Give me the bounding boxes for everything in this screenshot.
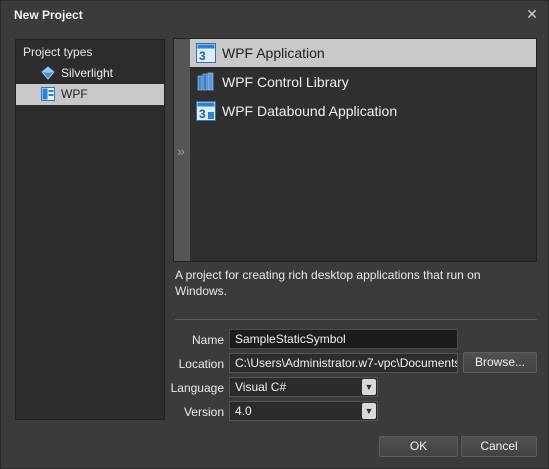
language-select[interactable]: Visual C# ▼: [229, 377, 378, 397]
project-types-header: Project types: [23, 45, 93, 59]
project-types-panel: Project types Silverlight WPF: [15, 39, 165, 420]
language-value: Visual C#: [235, 380, 287, 394]
project-type-silverlight[interactable]: Silverlight: [16, 63, 164, 84]
expand-panel-icon[interactable]: »: [174, 141, 188, 161]
version-value: 4.0: [235, 404, 252, 418]
divider: [175, 319, 537, 320]
title-bar: New Project ✕: [1, 1, 548, 29]
version-select[interactable]: 4.0 ▼: [229, 401, 378, 421]
project-type-label: Silverlight: [61, 66, 114, 80]
project-type-label: WPF: [61, 87, 88, 101]
template-label: WPF Control Library: [222, 74, 349, 90]
silverlight-icon: [41, 66, 55, 80]
chevron-down-icon[interactable]: ▼: [362, 403, 376, 419]
wpf-icon: [41, 87, 55, 101]
wpf-databound-application-icon: 3: [196, 101, 216, 121]
template-wpf-application[interactable]: 3 WPF Application: [190, 39, 536, 67]
name-input[interactable]: SampleStaticSymbol: [229, 329, 458, 349]
new-project-dialog: New Project ✕ Project types Silverlight …: [0, 0, 549, 469]
location-input[interactable]: C:\Users\Administrator.w7-vpc\Documents\: [229, 353, 458, 373]
project-type-wpf[interactable]: WPF: [16, 84, 164, 105]
templates-list: 3 WPF Application WPF Control Library 3 …: [190, 39, 536, 261]
template-description: A project for creating rich desktop appl…: [175, 268, 481, 298]
name-label: Name: [191, 333, 224, 347]
chevron-down-icon[interactable]: ▼: [362, 379, 376, 395]
svg-text:3: 3: [199, 49, 206, 63]
version-label: Version: [183, 405, 224, 419]
close-icon[interactable]: ✕: [524, 6, 540, 22]
dialog-title: New Project: [14, 8, 83, 22]
wpf-control-library-icon: [197, 72, 214, 91]
browse-button[interactable]: Browse...: [463, 352, 537, 373]
template-wpf-databound-application[interactable]: 3 WPF Databound Application: [190, 97, 536, 125]
template-wpf-control-library[interactable]: WPF Control Library: [190, 68, 536, 96]
language-label: Language: [170, 381, 224, 395]
svg-text:3: 3: [199, 107, 206, 121]
ok-button[interactable]: OK: [379, 436, 458, 457]
wpf-application-icon: 3: [196, 43, 216, 63]
cancel-button[interactable]: Cancel: [461, 436, 537, 457]
template-label: WPF Application: [222, 45, 325, 61]
template-label: WPF Databound Application: [222, 103, 398, 119]
location-label: Location: [178, 357, 224, 371]
